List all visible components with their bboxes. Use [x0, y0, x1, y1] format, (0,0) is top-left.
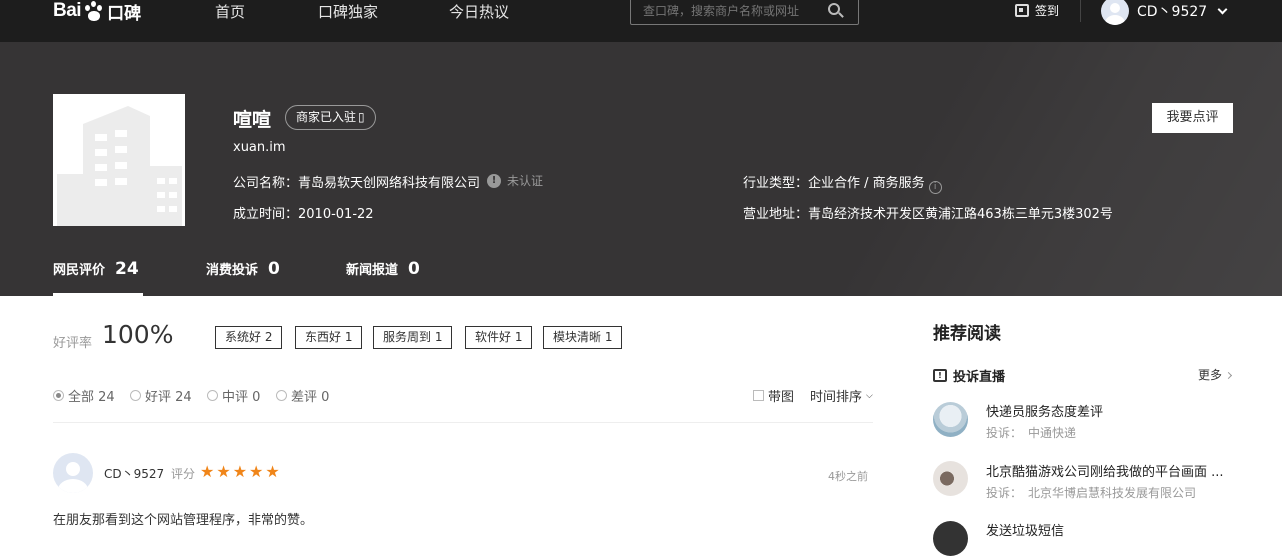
star-icon: ★	[265, 462, 280, 481]
merchant-domain[interactable]: xuan.im	[233, 140, 286, 155]
radio	[276, 390, 287, 401]
company-label: 公司名称：	[233, 176, 299, 191]
baidu-koubei-logo[interactable]: Bai 口碑	[53, 0, 142, 24]
filter-medium[interactable]: 中评 0	[207, 386, 260, 405]
item-thumbnail[interactable]	[933, 461, 968, 496]
item-thumbnail[interactable]	[933, 521, 968, 556]
item-meta: 投诉： 北京华博启慧科技发展有限公司	[986, 486, 1197, 500]
avatar[interactable]	[53, 453, 93, 493]
nav-link-hot-topics[interactable]: 今日热议	[449, 1, 509, 22]
username: CD丶9527	[1137, 4, 1208, 20]
sort-dropdown[interactable]: 时间排序 ⌵	[810, 386, 873, 405]
chevron-down-icon: ⌵	[866, 390, 873, 401]
door-icon: ▯	[358, 110, 365, 124]
review-text: 在朋友那看到这个网站管理程序，非常的赞。	[53, 513, 314, 528]
unverified-status: ! 未认证	[487, 172, 543, 189]
tab-news[interactable]: 新闻报道 0	[346, 259, 420, 279]
nav-link-home[interactable]: 首页	[215, 1, 245, 22]
rating-label: 好评率	[53, 336, 93, 351]
warning-icon: !	[487, 173, 501, 188]
active-tab-indicator	[53, 293, 143, 296]
industry-info: 行业类型：企业合作 / 商务服务 i	[743, 172, 942, 194]
checkbox	[753, 390, 764, 401]
logo-suffix: 口碑	[107, 3, 142, 24]
item-thumbnail[interactable]	[933, 402, 968, 437]
star-rating: ★ ★ ★ ★ ★	[200, 462, 280, 481]
signin-label: 签到	[1035, 4, 1060, 18]
top-nav: Bai 口碑 首页 口碑独家 今日热议 签到 CD丶9527	[0, 0, 1282, 42]
rating-tag[interactable]: 系统好 2	[215, 326, 283, 349]
tab-complaints[interactable]: 消费投诉 0	[206, 259, 280, 279]
star-icon: ★	[232, 462, 248, 481]
more-link[interactable]: 更多	[1198, 366, 1233, 383]
logo-text: Bai	[53, 0, 82, 21]
merchant-logo	[53, 94, 185, 226]
building-icon	[53, 94, 185, 226]
divider	[53, 422, 873, 423]
merchant-name: 喧喧	[233, 109, 272, 131]
company-name: 青岛易软天创网络科技有限公司	[298, 176, 481, 191]
item-title[interactable]: 快递员服务态度差评	[986, 401, 1226, 420]
rating-tag[interactable]: 软件好 1	[465, 326, 533, 349]
rating-tag[interactable]: 模块清晰 1	[543, 326, 623, 349]
founded-date: 2010-01-22	[298, 207, 374, 222]
radio	[207, 390, 218, 401]
rating-value: 100%	[102, 320, 174, 349]
industry-label: 行业类型：	[743, 176, 809, 191]
merchant-header: 喧喧 商家已入驻 ▯ xuan.im 公司名称：青岛易软天创网络科技有限公司 ! …	[0, 42, 1282, 296]
review-time: 4秒之前	[828, 470, 868, 483]
filter-with-image[interactable]: 带图	[753, 386, 794, 405]
search-box	[630, 0, 859, 25]
search-icon[interactable]	[828, 3, 840, 15]
settled-badge: 商家已入驻 ▯	[285, 105, 376, 130]
item-meta: 投诉： 中通快递	[986, 426, 1077, 440]
sidebar-title: 推荐阅读	[933, 324, 1001, 344]
item-title[interactable]: 发送垃圾短信	[986, 520, 1226, 539]
paw-icon	[83, 0, 105, 22]
nav-link-exclusive[interactable]: 口碑独家	[318, 1, 378, 22]
star-icon: ★	[249, 462, 264, 481]
company-info: 公司名称：青岛易软天创网络科技有限公司	[233, 172, 480, 191]
radio	[130, 390, 141, 401]
filter-all[interactable]: 全部 24	[53, 386, 115, 405]
founded-info: 成立时间：2010-01-22	[233, 203, 374, 222]
chevron-right-icon	[1224, 371, 1233, 380]
calendar-icon	[1015, 4, 1029, 17]
radio-selected	[53, 390, 64, 401]
nav-divider	[1080, 0, 1081, 22]
avatar	[1101, 0, 1129, 25]
info-icon[interactable]: i	[928, 181, 942, 194]
signin-button[interactable]: 签到	[1015, 2, 1059, 19]
address-label: 营业地址：	[743, 207, 809, 222]
review-username[interactable]: CD丶9527	[104, 465, 164, 482]
filter-bad[interactable]: 差评 0	[276, 386, 329, 405]
item-title[interactable]: 北京酷猫游戏公司刚给我做的平台画面 ...	[986, 461, 1226, 480]
user-menu[interactable]: CD丶9527	[1101, 0, 1228, 25]
filter-good[interactable]: 好评 24	[130, 386, 192, 405]
star-icon: ★	[216, 462, 231, 481]
message-icon: !	[933, 369, 947, 382]
chevron-down-icon	[1217, 4, 1228, 14]
score-label: 评分	[171, 467, 196, 481]
search-input[interactable]	[631, 0, 821, 24]
industry-value: 企业合作 / 商务服务	[808, 176, 925, 191]
write-review-button[interactable]: 我要点评	[1152, 103, 1233, 133]
address-value: 青岛经济技术开发区黄浦江路463栋三单元3楼302号	[808, 207, 1113, 222]
complaint-live-header: ! 投诉直播	[933, 366, 1005, 385]
tab-reviews[interactable]: 网民评价 24	[53, 259, 139, 279]
rating-tag[interactable]: 服务周到 1	[373, 326, 453, 349]
address-info: 营业地址：青岛经济技术开发区黄浦江路463栋三单元3楼302号	[743, 203, 1113, 222]
rating-tag[interactable]: 东西好 1	[295, 326, 363, 349]
founded-label: 成立时间：	[233, 207, 299, 222]
star-icon: ★	[200, 462, 215, 481]
